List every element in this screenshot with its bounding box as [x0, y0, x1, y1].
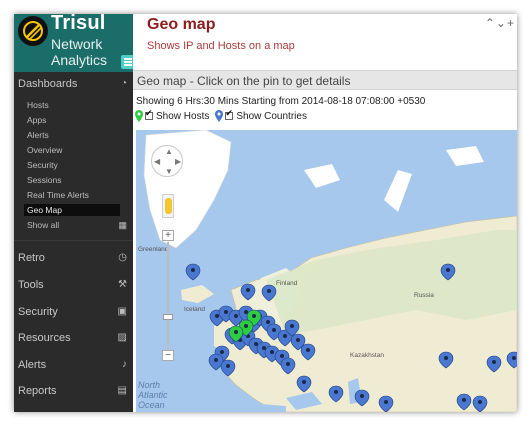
country-pin-icon[interactable]: [261, 284, 277, 302]
country-pin-icon[interactable]: [456, 393, 472, 411]
brand-name: Trisul: [51, 14, 106, 34]
sidebar-section-retro[interactable]: Retro ◷: [14, 248, 133, 270]
sidebar-item-real-time-alerts[interactable]: Real Time Alerts: [27, 190, 89, 200]
sidebar-section-label: Retro: [18, 252, 45, 264]
main-content: Geo map Shows IP and Hosts on a map ⌃⌄+ …: [133, 14, 517, 412]
app-window: Trisul Network Analytics Dashboards ◔ Ho…: [14, 14, 517, 412]
sidebar-section-label: Reports: [18, 385, 57, 397]
map-pins-layer: [185, 263, 517, 412]
add-icon[interactable]: +: [507, 16, 515, 30]
brand-subtitle-line2: Analytics: [51, 52, 108, 68]
geo-map[interactable]: Greenland Iceland Finland Russia Kazakhs…: [136, 130, 517, 412]
image-icon: ▨: [117, 332, 127, 343]
brand-subtitle-line1: Network: [51, 36, 103, 52]
lock-icon: ▣: [117, 306, 127, 317]
calendar-icon: ▤: [117, 385, 127, 396]
clock-icon: ◷: [118, 252, 127, 263]
show-hosts-checkbox[interactable]: [145, 108, 153, 120]
country-pin-icon[interactable]: [472, 395, 488, 412]
bell-icon: ♪: [122, 359, 127, 370]
grid-icon: ▦: [118, 220, 127, 230]
sidebar: Trisul Network Analytics Dashboards ◔ Ho…: [14, 14, 135, 412]
dashboard-gauge-icon: ◔: [120, 78, 127, 89]
sidebar-section-security[interactable]: Security ▣: [14, 302, 133, 324]
sidebar-section-reports[interactable]: Reports ▤: [14, 381, 133, 403]
sidebar-item-hosts[interactable]: Hosts: [27, 100, 49, 110]
sidebar-item-geo-map[interactable]: Geo Map: [24, 204, 120, 216]
wrench-icon: ⚒: [118, 279, 127, 290]
sidebar-item-show-all[interactable]: Show all: [27, 220, 59, 230]
panel-header: Geo map - Click on the pin to get detail…: [133, 70, 517, 90]
country-pin-icon[interactable]: [440, 263, 456, 281]
country-pin-icon[interactable]: [354, 389, 370, 407]
green-pin-icon: [135, 110, 143, 122]
show-countries-checkbox[interactable]: [225, 108, 234, 120]
sidebar-section-tools[interactable]: Tools ⚒: [14, 275, 133, 297]
country-pin-icon[interactable]: [300, 343, 316, 361]
country-pin-icon[interactable]: [296, 375, 312, 393]
blue-pin-icon: [215, 110, 224, 122]
country-pin-icon[interactable]: [486, 355, 502, 373]
sidebar-item-sessions[interactable]: Sessions: [27, 175, 62, 185]
sidebar-section-alerts[interactable]: Alerts ♪: [14, 355, 133, 377]
page-title: Geo map: [147, 16, 216, 33]
sidebar-item-alerts[interactable]: Alerts: [27, 130, 49, 140]
sidebar-section-label: Dashboards: [18, 78, 78, 90]
country-pin-icon[interactable]: [378, 395, 394, 412]
country-pin-icon[interactable]: [438, 351, 454, 369]
sidebar-item-overview[interactable]: Overview: [27, 145, 62, 155]
country-pin-icon[interactable]: [506, 351, 517, 369]
country-pin-icon[interactable]: [185, 263, 201, 281]
sidebar-item-security[interactable]: Security: [27, 160, 58, 170]
show-hosts-label: Show Hosts: [156, 110, 210, 122]
trisul-logo-icon[interactable]: [18, 16, 48, 46]
sidebar-section-label: Tools: [18, 279, 44, 291]
map-legend: Show Hosts Show Countries: [135, 108, 307, 122]
sidebar-section-resources[interactable]: Resources ▨: [14, 328, 133, 350]
expand-icon[interactable]: ⌄: [496, 16, 507, 30]
country-pin-icon[interactable]: [328, 385, 344, 403]
country-pin-icon[interactable]: [220, 359, 236, 377]
sidebar-item-apps[interactable]: Apps: [27, 115, 46, 125]
collapse-icon[interactable]: ⌃: [485, 16, 496, 30]
page-subtitle: Shows IP and Hosts on a map: [147, 40, 295, 52]
sidebar-divider: [14, 240, 133, 241]
brand-header: Trisul Network Analytics: [14, 14, 135, 72]
sidebar-section-dashboards[interactable]: Dashboards ◔: [14, 74, 133, 96]
sidebar-section-label: Resources: [18, 332, 71, 344]
country-pin-icon[interactable]: [240, 283, 256, 301]
panel-window-controls[interactable]: ⌃⌄+: [485, 16, 515, 30]
sidebar-section-label: Alerts: [18, 359, 47, 371]
time-range-info: Showing 6 Hrs:30 Mins Starting from 2014…: [136, 96, 426, 107]
show-countries-label: Show Countries: [236, 110, 307, 122]
sidebar-section-label: Security: [18, 306, 58, 318]
country-pin-icon[interactable]: [280, 357, 296, 375]
